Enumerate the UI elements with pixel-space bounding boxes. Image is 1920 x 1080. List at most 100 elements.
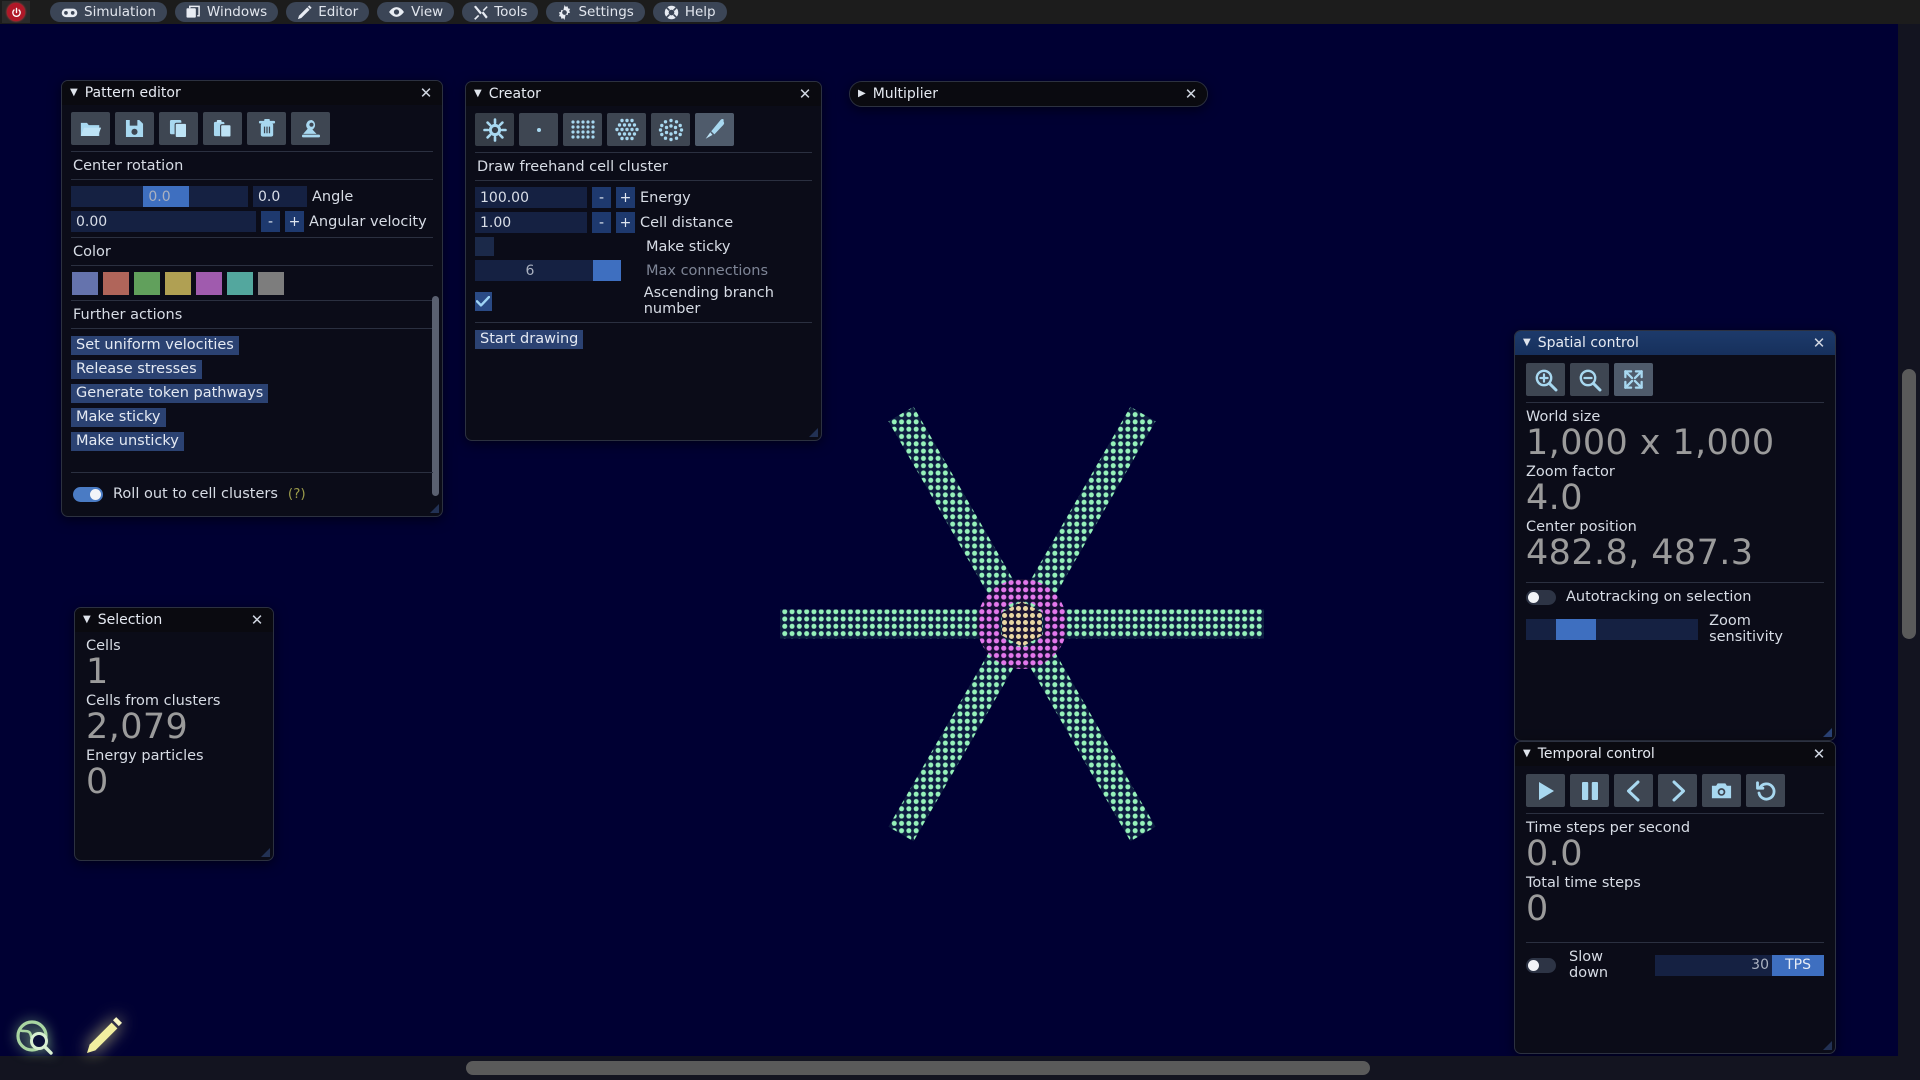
snapshot-button[interactable]: [1702, 774, 1741, 807]
color-swatch[interactable]: [196, 272, 222, 295]
inspect-button[interactable]: [291, 112, 330, 145]
close-icon[interactable]: ✕: [795, 84, 815, 104]
draw-freehand-button[interactable]: [695, 113, 734, 146]
color-swatch[interactable]: [227, 272, 253, 295]
resize-grip[interactable]: [429, 503, 440, 514]
zoom-out-button[interactable]: [1570, 363, 1609, 396]
energy-increment[interactable]: +: [616, 187, 635, 208]
horizontal-scrollbar-track[interactable]: [0, 1056, 1920, 1080]
make-sticky-button[interactable]: Make sticky: [71, 408, 166, 427]
color-swatch[interactable]: [258, 272, 284, 295]
tps-slider[interactable]: 30 TPS: [1654, 954, 1824, 976]
menu-settings[interactable]: Settings: [546, 2, 645, 22]
navigation-mode-icon[interactable]: [12, 1014, 56, 1058]
close-icon[interactable]: ✕: [1809, 333, 1829, 353]
cell-distance-input[interactable]: 1.00: [475, 212, 587, 233]
pattern-editor-panel[interactable]: ▼ Pattern editor ✕ Center rotation 0.0 0…: [61, 80, 443, 517]
zoom-in-button[interactable]: [1526, 363, 1565, 396]
resize-grip[interactable]: [808, 427, 819, 438]
vertical-scrollbar-thumb[interactable]: [1902, 369, 1916, 639]
open-pattern-button[interactable]: [71, 112, 110, 145]
collapse-icon[interactable]: ▼: [1523, 749, 1531, 759]
step-backward-button[interactable]: [1614, 774, 1653, 807]
create-energy-particle-button[interactable]: [475, 113, 514, 146]
close-icon[interactable]: ✕: [1181, 84, 1201, 104]
collapse-icon[interactable]: ▼: [83, 615, 91, 625]
create-rectangle-button[interactable]: [563, 113, 602, 146]
set-uniform-velocities-button[interactable]: Set uniform velocities: [71, 336, 239, 355]
run-simulation-button[interactable]: [1526, 774, 1565, 807]
angle-input[interactable]: 0.0: [253, 186, 307, 207]
cell-distance-increment[interactable]: +: [616, 212, 635, 233]
energy-decrement[interactable]: -: [592, 187, 611, 208]
horizontal-scrollbar-thumb[interactable]: [466, 1061, 1370, 1075]
temporal-control-titlebar[interactable]: ▼ Temporal control ✕: [1515, 742, 1835, 766]
vertical-scrollbar-track[interactable]: [1898, 24, 1920, 1080]
selection-titlebar[interactable]: ▼ Selection ✕: [75, 608, 273, 632]
max-connections-slider[interactable]: 6: [475, 260, 621, 281]
restore-snapshot-button[interactable]: [1746, 774, 1785, 807]
menu-help[interactable]: Help: [652, 2, 727, 22]
pattern-editor-titlebar[interactable]: ▼ Pattern editor ✕: [62, 81, 442, 105]
pattern-editor-scrollbar[interactable]: [432, 296, 439, 496]
close-icon[interactable]: ✕: [416, 83, 436, 103]
collapse-icon[interactable]: ▼: [70, 88, 78, 98]
collapse-icon[interactable]: ▼: [474, 89, 482, 99]
ascending-branch-checkbox[interactable]: [475, 291, 492, 311]
menu-simulation[interactable]: Simulation: [50, 2, 167, 22]
step-forward-button[interactable]: [1658, 774, 1697, 807]
close-icon[interactable]: ✕: [247, 610, 267, 630]
angular-velocity-increment[interactable]: +: [285, 211, 304, 232]
paste-button[interactable]: [203, 112, 242, 145]
menu-view[interactable]: View: [377, 2, 455, 22]
resize-grip[interactable]: [1822, 727, 1833, 738]
autotracking-toggle[interactable]: [1526, 589, 1556, 605]
resize-grip[interactable]: [260, 847, 271, 858]
angular-velocity-decrement[interactable]: -: [261, 211, 280, 232]
max-connections-grab[interactable]: [593, 260, 621, 281]
multiplier-panel[interactable]: ▶ Multiplier ✕: [849, 81, 1208, 107]
save-pattern-button[interactable]: [115, 112, 154, 145]
release-stresses-button[interactable]: Release stresses: [71, 360, 202, 379]
create-hexagon-button[interactable]: [607, 113, 646, 146]
rollout-help-icon[interactable]: (?): [288, 486, 306, 502]
creator-titlebar[interactable]: ▼ Creator ✕: [466, 82, 821, 106]
start-drawing-button[interactable]: Start drawing: [475, 330, 584, 349]
temporal-control-panel[interactable]: ▼ Temporal control ✕ Time steps per seco…: [1514, 741, 1836, 1054]
delete-button[interactable]: [247, 112, 286, 145]
pause-simulation-button[interactable]: [1570, 774, 1609, 807]
zoom-sensitivity-slider[interactable]: [1526, 618, 1699, 640]
cell-distance-decrement[interactable]: -: [592, 212, 611, 233]
edit-mode-icon[interactable]: [82, 1014, 126, 1058]
create-disc-button[interactable]: [651, 113, 690, 146]
close-icon[interactable]: ✕: [1809, 744, 1829, 764]
copy-button[interactable]: [159, 112, 198, 145]
power-button[interactable]: [2, 1, 30, 23]
make-sticky-checkbox[interactable]: [475, 237, 494, 256]
menu-tools[interactable]: Tools: [462, 2, 539, 22]
expand-icon[interactable]: ▶: [858, 89, 866, 99]
angle-slider[interactable]: 0.0: [71, 186, 248, 207]
energy-input[interactable]: 100.00: [475, 187, 587, 208]
fit-to-screen-button[interactable]: [1614, 363, 1653, 396]
selection-panel[interactable]: ▼ Selection ✕ Cells 1 Cells from cluster…: [74, 607, 274, 861]
color-swatch[interactable]: [165, 272, 191, 295]
spatial-control-panel[interactable]: ▼ Spatial control ✕ World size 1,000 x 1…: [1514, 330, 1836, 741]
generate-token-pathways-button[interactable]: Generate token pathways: [71, 384, 269, 403]
rollout-toggle[interactable]: [73, 486, 103, 502]
color-swatch[interactable]: [103, 272, 129, 295]
color-swatch[interactable]: [134, 272, 160, 295]
spatial-control-titlebar[interactable]: ▼ Spatial control ✕: [1515, 331, 1835, 355]
make-unsticky-button[interactable]: Make unsticky: [71, 432, 184, 451]
zoom-sensitivity-grab[interactable]: [1556, 618, 1596, 640]
simulation-workspace[interactable]: ▼ Pattern editor ✕ Center rotation 0.0 0…: [0, 24, 1920, 1080]
multiplier-titlebar[interactable]: ▶ Multiplier ✕: [850, 82, 1207, 106]
resize-grip[interactable]: [1822, 1040, 1833, 1051]
menu-windows[interactable]: Windows: [174, 2, 279, 22]
create-cell-button[interactable]: [519, 113, 558, 146]
color-swatch[interactable]: [72, 272, 98, 295]
angular-velocity-input[interactable]: 0.00: [71, 211, 256, 232]
collapse-icon[interactable]: ▼: [1523, 338, 1531, 348]
creator-panel[interactable]: ▼ Creator ✕ Draw freehand cell cluster 1…: [465, 81, 822, 441]
menu-editor[interactable]: Editor: [286, 2, 370, 22]
